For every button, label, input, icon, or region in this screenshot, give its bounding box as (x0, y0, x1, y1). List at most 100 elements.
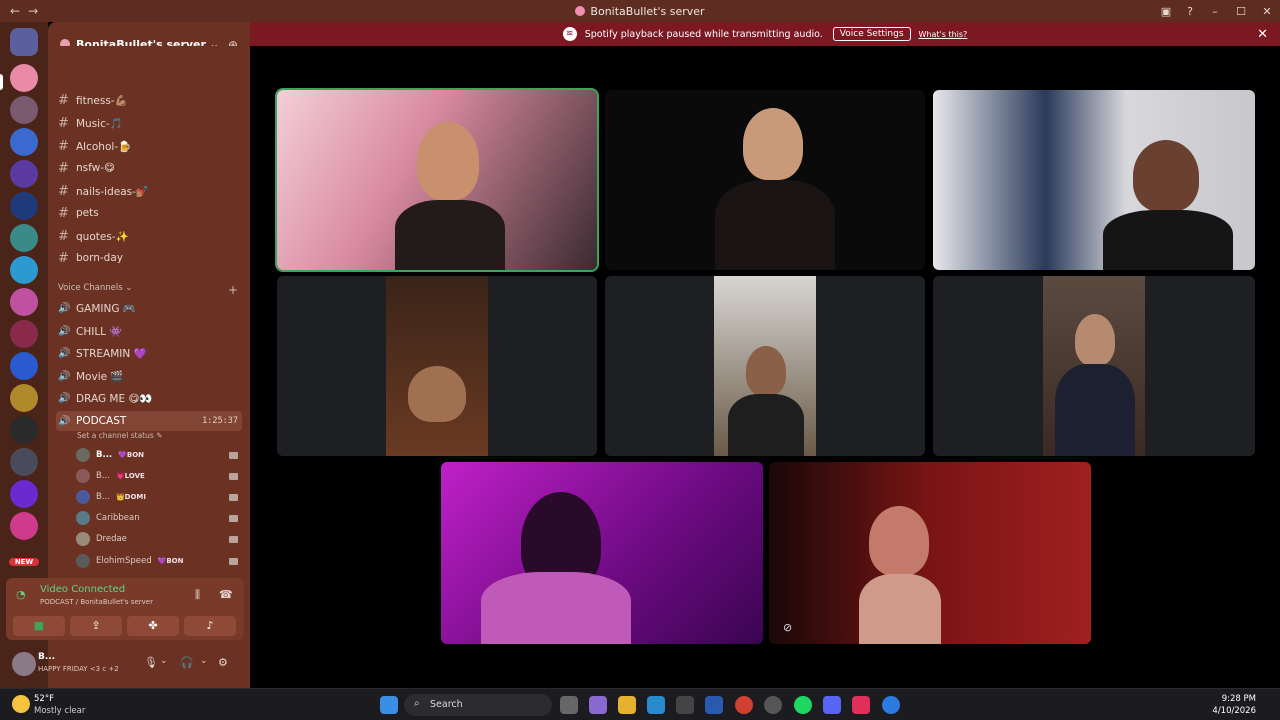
app-icon[interactable] (882, 696, 900, 714)
hash-icon: # (58, 205, 69, 221)
help-icon[interactable]: ? (1178, 5, 1202, 18)
channel-name: born-day (76, 252, 123, 264)
voice-channel[interactable]: 🔊 CHILL 👾 (56, 321, 242, 341)
voice-channel[interactable]: 🔊 Movie 🎬 (56, 366, 242, 386)
member-name: B... (96, 471, 110, 481)
close-window-button[interactable]: ✕ (1254, 5, 1280, 18)
server-icon[interactable] (10, 384, 38, 412)
voice-category[interactable]: Voice Channels ⌄ + (58, 283, 244, 297)
discord-home-icon[interactable] (10, 28, 38, 56)
avatar[interactable] (12, 652, 36, 676)
chevron-down-icon[interactable]: ⌄ (200, 656, 208, 666)
store-icon[interactable] (676, 696, 694, 714)
server-icon[interactable] (10, 448, 38, 476)
text-channel[interactable]: # pets (56, 203, 242, 223)
voice-channel[interactable]: 🔊 DRAG ME 😋👀 (56, 388, 242, 408)
voice-member[interactable]: B... 💗LOVE (76, 467, 242, 485)
voice-member[interactable]: B... 👑DOMI (76, 488, 242, 506)
headphones-icon[interactable]: 🎧 (180, 656, 194, 669)
video-tile[interactable] (441, 462, 763, 644)
voice-channel[interactable]: 🔊 GAMING 🎮 (56, 298, 242, 318)
server-icon[interactable] (10, 288, 38, 316)
server-icon[interactable] (10, 480, 38, 508)
user-status[interactable]: HAPPY FRIDAY <3 c +2 (38, 665, 119, 673)
server-icon[interactable] (10, 224, 38, 252)
task-view-icon[interactable] (560, 696, 578, 714)
video-tile[interactable] (933, 276, 1255, 456)
taskbar-search[interactable]: ⌕ Search (404, 694, 552, 716)
new-badge[interactable]: NEW (9, 558, 39, 566)
server-icon-twitch[interactable] (10, 256, 38, 284)
screen-share-button[interactable]: ⇪ (70, 616, 122, 636)
voice-settings-button[interactable]: Voice Settings (832, 27, 911, 41)
maximize-button[interactable]: ☐ (1228, 5, 1254, 18)
video-tile[interactable] (769, 462, 1091, 644)
close-icon[interactable]: ✕ (1257, 27, 1268, 42)
discord-icon[interactable] (823, 696, 841, 714)
text-channel[interactable]: # born-day (56, 248, 242, 268)
tiktok-icon[interactable] (852, 696, 870, 714)
chevron-down-icon[interactable]: ⌄ (160, 656, 168, 666)
edge-icon[interactable] (647, 696, 665, 714)
voice-member[interactable]: ElohimSpeed 💜BON (76, 552, 242, 570)
participant-video (395, 200, 505, 270)
windows-start-icon[interactable] (380, 696, 398, 714)
noise-suppression-icon[interactable]: ⫼ (195, 588, 200, 602)
server-icon[interactable] (10, 352, 38, 380)
category-label: Voice Channels (58, 283, 123, 293)
member-name: Caribbean (96, 513, 140, 523)
spotify-icon[interactable] (794, 696, 812, 714)
text-channel[interactable]: # nsfw-😋 (56, 158, 242, 178)
inbox-icon[interactable]: ▣ (1154, 5, 1178, 18)
text-channel[interactable]: # Alcohol-🍺 (56, 136, 242, 156)
whats-this-link[interactable]: What's this? (919, 30, 968, 39)
voice-channel[interactable]: 🔊 STREAMIN 💜 (56, 343, 242, 363)
server-icon[interactable] (10, 320, 38, 348)
add-channel-icon[interactable]: + (228, 283, 238, 297)
voice-member[interactable]: Caribbean (76, 509, 242, 527)
server-icon[interactable] (10, 96, 38, 124)
back-arrow-icon[interactable]: ← (10, 4, 20, 18)
voice-channel-active[interactable]: 🔊 PODCAST 1:25:37 (56, 411, 242, 431)
microphone-icon[interactable]: 🎙 (144, 656, 158, 669)
camera-icon (229, 557, 238, 565)
server-icon[interactable] (10, 512, 38, 540)
video-tile[interactable] (605, 276, 925, 456)
text-channel[interactable]: # fitness-💪🏽 (56, 90, 242, 110)
video-tile[interactable] (605, 90, 925, 270)
weather-widget[interactable]: 52°F Mostly clear (12, 693, 102, 717)
activities-button[interactable]: ✤ (127, 616, 179, 636)
video-tile[interactable] (933, 90, 1255, 270)
server-icon[interactable] (10, 128, 38, 156)
username[interactable]: B... (38, 652, 55, 662)
chrome-icon[interactable] (735, 696, 753, 714)
system-clock[interactable]: 9:28 PM 4/10/2026 (1212, 693, 1256, 717)
minimize-button[interactable]: – (1202, 5, 1228, 18)
video-tile[interactable] (277, 276, 597, 456)
text-channel[interactable]: # Music-🎵 (56, 113, 242, 133)
server-icon[interactable] (10, 160, 38, 188)
gear-icon[interactable]: ⚙ (218, 656, 228, 669)
channel-name: STREAMIN 💜 (76, 347, 147, 360)
signal-icon[interactable]: ◔ (16, 588, 26, 601)
server-icon[interactable] (10, 192, 38, 220)
channel-name: Movie 🎬 (76, 370, 124, 383)
voice-status-subtitle[interactable]: PODCAST / BonitaBullet's server (40, 598, 153, 606)
forward-arrow-icon[interactable]: → (28, 4, 38, 18)
mail-icon[interactable] (705, 696, 723, 714)
voice-member[interactable]: B... 💜BON (76, 446, 242, 464)
copilot-icon[interactable] (589, 696, 607, 714)
video-tile[interactable] (275, 88, 599, 272)
disconnect-icon[interactable]: ☎ (219, 588, 233, 601)
voice-member[interactable]: Dredae (76, 530, 242, 548)
text-channel[interactable]: # nails-ideas-💅🏽 (56, 181, 242, 201)
text-channel[interactable]: # quotes-✨ (56, 226, 242, 246)
server-icon-bonita[interactable] (10, 64, 38, 92)
soundboard-button[interactable]: ♪ (184, 616, 236, 636)
server-icon[interactable] (10, 416, 38, 444)
obs-icon[interactable] (764, 696, 782, 714)
camera-button[interactable]: ■ (13, 616, 65, 636)
voice-status-title[interactable]: Video Connected (40, 584, 125, 595)
file-explorer-icon[interactable] (618, 696, 636, 714)
channel-status[interactable]: Set a channel status ✎ (77, 431, 162, 440)
